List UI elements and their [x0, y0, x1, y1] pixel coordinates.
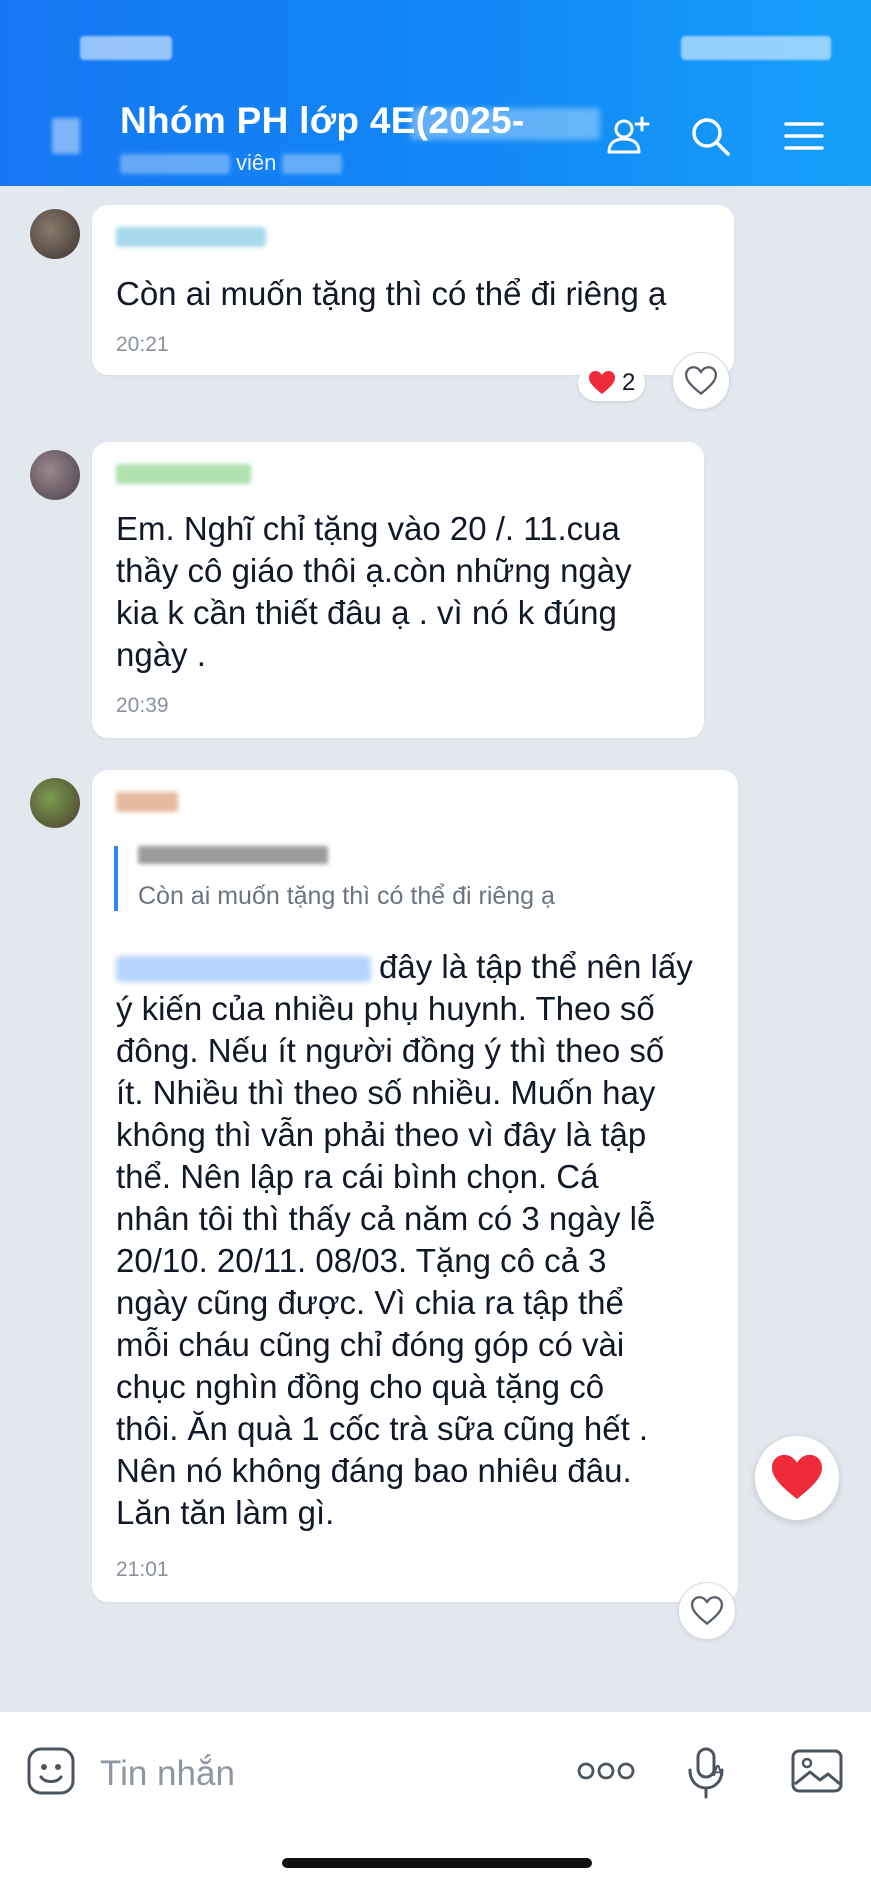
- more-icon[interactable]: [576, 1746, 636, 1796]
- message-line: thầy cô giáo thôi ạ.còn những ngày: [116, 552, 632, 589]
- message-line: đây là tập thể nên lấy: [116, 946, 693, 988]
- member-count: viên: [120, 150, 343, 176]
- message-text: Em. Nghĩ chỉ tặng vào 20 /. 11.cua thầy …: [116, 508, 632, 676]
- back-button[interactable]: [52, 118, 80, 154]
- message-line: Lăn tăn làm gì.: [116, 1494, 335, 1531]
- message-bubble[interactable]: Còn ai muốn tặng thì có thể đi riêng ạ đ…: [92, 770, 738, 1602]
- message-text: đây là tập thể nên lấy ý kiến của nhiều …: [116, 946, 693, 1534]
- message-bubble[interactable]: Em. Nghĩ chỉ tặng vào 20 /. 11.cua thầy …: [92, 442, 704, 738]
- voice-icon[interactable]: A: [682, 1746, 732, 1799]
- sticker-icon[interactable]: [26, 1746, 76, 1796]
- chat-header: Nhóm PH lớp 4E(2025- viên: [0, 0, 871, 186]
- message-line: ngày cũng được. Vì chia ra tập thể: [116, 1284, 624, 1321]
- heart-icon: [589, 371, 615, 394]
- message-line: ngày .: [116, 636, 206, 673]
- reaction-count: 2: [622, 369, 636, 396]
- message-line: Em. Nghĩ chỉ tặng vào 20 /. 11.cua: [116, 510, 620, 547]
- heart-outline-icon: [685, 366, 717, 396]
- mention-redacted: [116, 956, 371, 983]
- like-button[interactable]: [672, 352, 730, 410]
- status-bar-time-redacted: [80, 36, 172, 60]
- member-count-redaction: [120, 154, 230, 175]
- chat-screen: Nhóm PH lớp 4E(2025- viên Còn ai muốn tặ…: [0, 0, 871, 1884]
- quoted-message[interactable]: Còn ai muốn tặng thì có thể đi riêng ạ: [114, 846, 555, 911]
- message-line: đông. Nếu ít người đồng ý thì theo số: [116, 1032, 665, 1069]
- message-input[interactable]: Tin nhắn: [100, 1754, 235, 1794]
- message-line-tail: đây là tập thể nên lấy: [379, 948, 693, 985]
- status-bar-icons-redacted: [681, 36, 831, 60]
- sender-name-redacted: [116, 792, 178, 812]
- avatar[interactable]: [30, 209, 80, 259]
- group-title-redaction: [410, 108, 600, 140]
- quoted-author-redacted: [138, 846, 328, 864]
- avatar[interactable]: [30, 450, 80, 500]
- message-line: ít. Nhiều thì theo số nhiều. Muốn hay: [116, 1074, 656, 1111]
- add-member-icon[interactable]: [604, 112, 652, 160]
- group-title-wrap[interactable]: Nhóm PH lớp 4E(2025-: [120, 100, 600, 142]
- message-line: nhân tôi thì thấy cả năm có 3 ngày lễ: [116, 1200, 656, 1237]
- message-text: Còn ai muốn tặng thì có thể đi riêng ạ: [116, 275, 667, 312]
- menu-icon[interactable]: [780, 112, 828, 160]
- message-composer: Tin nhắn A: [0, 1712, 871, 1884]
- member-count-redaction-tail: [282, 154, 343, 175]
- member-count-suffix: viên: [236, 150, 277, 175]
- message-line: chục nghìn đồng cho quà tặng cô: [116, 1368, 605, 1405]
- message-time: 20:39: [116, 694, 169, 717]
- quoted-text: Còn ai muốn tặng thì có thể đi riêng ạ: [138, 882, 555, 910]
- message-line: thôi. Ăn quà 1 cốc trà sữa cũng hết .: [116, 1410, 649, 1447]
- message-bubble[interactable]: Còn ai muốn tặng thì có thể đi riêng ạ 2…: [92, 205, 734, 375]
- svg-text:A: A: [712, 1763, 724, 1780]
- message-line: thể. Nên lập ra cái bình chọn. Cá: [116, 1158, 599, 1195]
- message-time: 20:21: [116, 333, 169, 356]
- heart-icon: [772, 1454, 822, 1500]
- search-icon[interactable]: [686, 112, 734, 160]
- reaction-summary[interactable]: 2: [578, 365, 646, 401]
- home-indicator: [282, 1858, 592, 1868]
- avatar[interactable]: [30, 778, 80, 828]
- message-line: không thì vẫn phải theo vì đây là tập: [116, 1116, 647, 1153]
- message-time: 21:01: [116, 1558, 169, 1581]
- quick-reaction-button[interactable]: [755, 1436, 839, 1520]
- sender-name-redacted: [116, 464, 251, 484]
- message-line: mỗi cháu cũng chỉ đóng góp có vài: [116, 1326, 625, 1363]
- message-line: Nên nó không đáng bao nhiêu đâu.: [116, 1452, 632, 1489]
- message-line: kia k cần thiết đâu ạ . vì nó k đúng: [116, 594, 617, 631]
- sender-name-redacted: [116, 227, 266, 247]
- message-line: ý kiến của nhiều phụ huynh. Theo số: [116, 990, 655, 1027]
- like-button[interactable]: [678, 1582, 736, 1640]
- message-line: 20/10. 20/11. 08/03. Tặng cô cả 3: [116, 1242, 607, 1279]
- heart-outline-icon: [691, 1596, 723, 1626]
- image-icon[interactable]: [790, 1746, 844, 1796]
